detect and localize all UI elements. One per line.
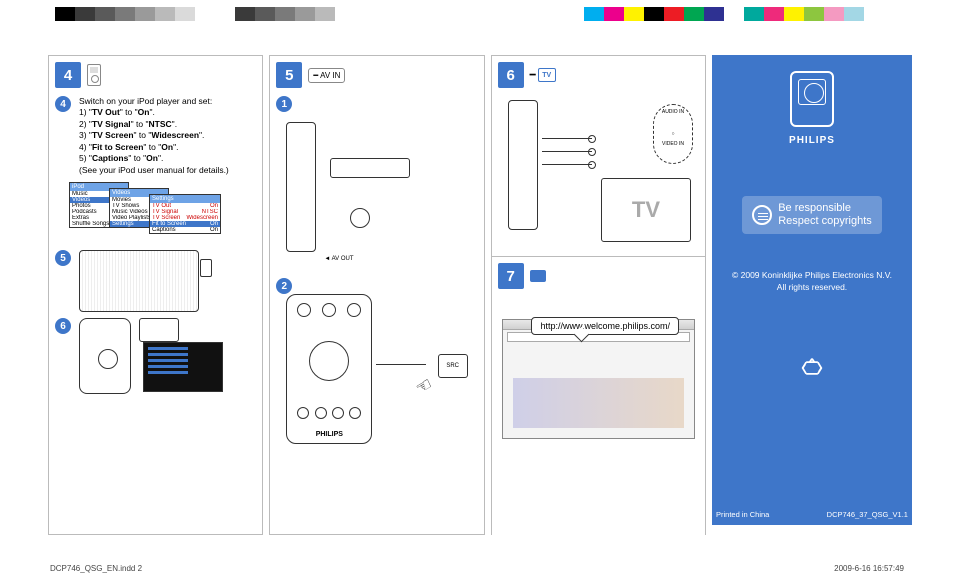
back-cover-panel: PHILIPS Be responsible Respect copyright… — [712, 55, 912, 525]
column-2: 5 ━AV IN 1 ◄ AV OUT 2 — [269, 55, 484, 535]
substep-1: 1 — [276, 96, 292, 112]
av-in-icon: ━AV IN — [308, 68, 345, 83]
substep-6: 6 — [55, 318, 71, 334]
colorbar-swatch — [744, 7, 764, 21]
copyright-text: © 2009 Koninklijke Philips Electronics N… — [720, 270, 904, 294]
tv-av-panel: AUDIO IN ○ VIDEO IN — [653, 104, 693, 164]
copyright-slogan-box: Be responsible Respect copyrights — [742, 196, 882, 234]
col1-header: 4 — [55, 62, 256, 88]
recycle-icon — [798, 354, 826, 382]
colorbar-swatch — [255, 7, 275, 21]
col2-header: 5 ━AV IN — [276, 62, 477, 88]
ipod-icon — [87, 64, 101, 86]
step-badge-7: 7 — [498, 263, 524, 289]
registration-bar-right — [584, 7, 864, 21]
colorbar-swatch — [175, 7, 195, 21]
print-footer: Printed in China DCP746_37_QSG_V1.1 — [712, 510, 912, 519]
colorbar-swatch — [724, 7, 744, 21]
colorbar-swatch — [604, 7, 624, 21]
colorbar-swatch — [584, 7, 604, 21]
colorbar-swatch — [155, 7, 175, 21]
ipod-menu-3: Settings TV OutOn TV SignalNTSC TV Scree… — [149, 194, 221, 234]
colorbar-swatch — [95, 7, 115, 21]
step-badge-6: 6 — [498, 62, 524, 88]
handshake-icon — [752, 205, 772, 225]
remote-small-illustration — [79, 318, 131, 394]
slogan-line-1: Be responsible — [778, 202, 851, 214]
colorbar-swatch — [804, 7, 824, 21]
colorbar-swatch — [844, 7, 864, 21]
col3b-header: 7 — [498, 263, 699, 289]
column-4: PHILIPS Be responsible Respect copyright… — [712, 55, 912, 535]
philips-shield-logo — [790, 71, 834, 127]
document-code: DCP746_37_QSG_V1.1 — [827, 510, 908, 519]
indd-footer-left: DCP746_QSG_EN.indd 2 — [50, 564, 142, 573]
slogan-line-2: Respect copyrights — [778, 215, 872, 227]
monitor-icon — [530, 270, 546, 282]
colorbar-swatch — [824, 7, 844, 21]
tv-osd-illustration — [139, 318, 256, 374]
tv-icon: TV — [538, 68, 556, 82]
step-badge-5: 5 — [276, 62, 302, 88]
av-out-label: ◄ AV OUT — [324, 256, 353, 262]
col3-header: 6 ━TV — [498, 62, 699, 88]
colorbar-swatch — [135, 7, 155, 21]
remote-large-illustration: PHILIPS — [286, 294, 372, 444]
remote-brand: PHILIPS — [287, 431, 371, 438]
tv-set-illustration: TV — [601, 178, 691, 242]
philips-wordmark: PHILIPS — [720, 135, 904, 146]
colorbar-swatch — [764, 7, 784, 21]
registration-bar-left — [55, 7, 335, 21]
substep-5: 5 — [55, 250, 71, 266]
step4-intro: Switch on your iPod player and set: — [79, 96, 229, 107]
colorbar-swatch — [704, 7, 724, 21]
colorbar-swatch — [295, 7, 315, 21]
colorbar-swatch — [235, 7, 255, 21]
url-callout: http://www.welcome.philips.com/ — [531, 317, 679, 335]
browser-screenshot — [502, 319, 695, 439]
substep-4: 4 — [55, 96, 71, 112]
av-connection-illustration: ◄ AV OUT — [280, 118, 473, 268]
printed-in: Printed in China — [716, 510, 769, 519]
src-button-callout: SRC — [438, 354, 468, 378]
colorbar-swatch — [55, 7, 75, 21]
colorbar-swatch — [624, 7, 644, 21]
substep-2: 2 — [276, 278, 292, 294]
colorbar-swatch — [315, 7, 335, 21]
colorbar-swatch — [115, 7, 135, 21]
tv-connection-illustration: AUDIO IN ○ VIDEO IN TV — [502, 96, 695, 246]
colorbar-swatch — [684, 7, 704, 21]
colorbar-swatch — [75, 7, 95, 21]
colorbar-swatch — [215, 7, 235, 21]
colorbar-swatch — [664, 7, 684, 21]
hand-pointer-icon: ☜ — [411, 373, 435, 399]
colorbar-swatch — [275, 7, 295, 21]
step4-instructions: Switch on your iPod player and set: 1) "… — [79, 96, 229, 176]
dock-illustration — [79, 250, 199, 312]
ipod-menu-cascade: iPod Music Videos Photos Podcasts Extras… — [69, 182, 256, 242]
column-3: 6 ━TV AUDIO IN ○ VIDEO IN TV 7 htt — [491, 55, 706, 535]
indd-footer-right: 2009-6-16 16:57:49 — [834, 564, 904, 573]
page-columns: 4 4 Switch on your iPod player and set: … — [48, 55, 912, 535]
colorbar-swatch — [644, 7, 664, 21]
column-1: 4 4 Switch on your iPod player and set: … — [48, 55, 263, 535]
colorbar-swatch — [195, 7, 215, 21]
step-badge-4: 4 — [55, 62, 81, 88]
colorbar-swatch — [784, 7, 804, 21]
